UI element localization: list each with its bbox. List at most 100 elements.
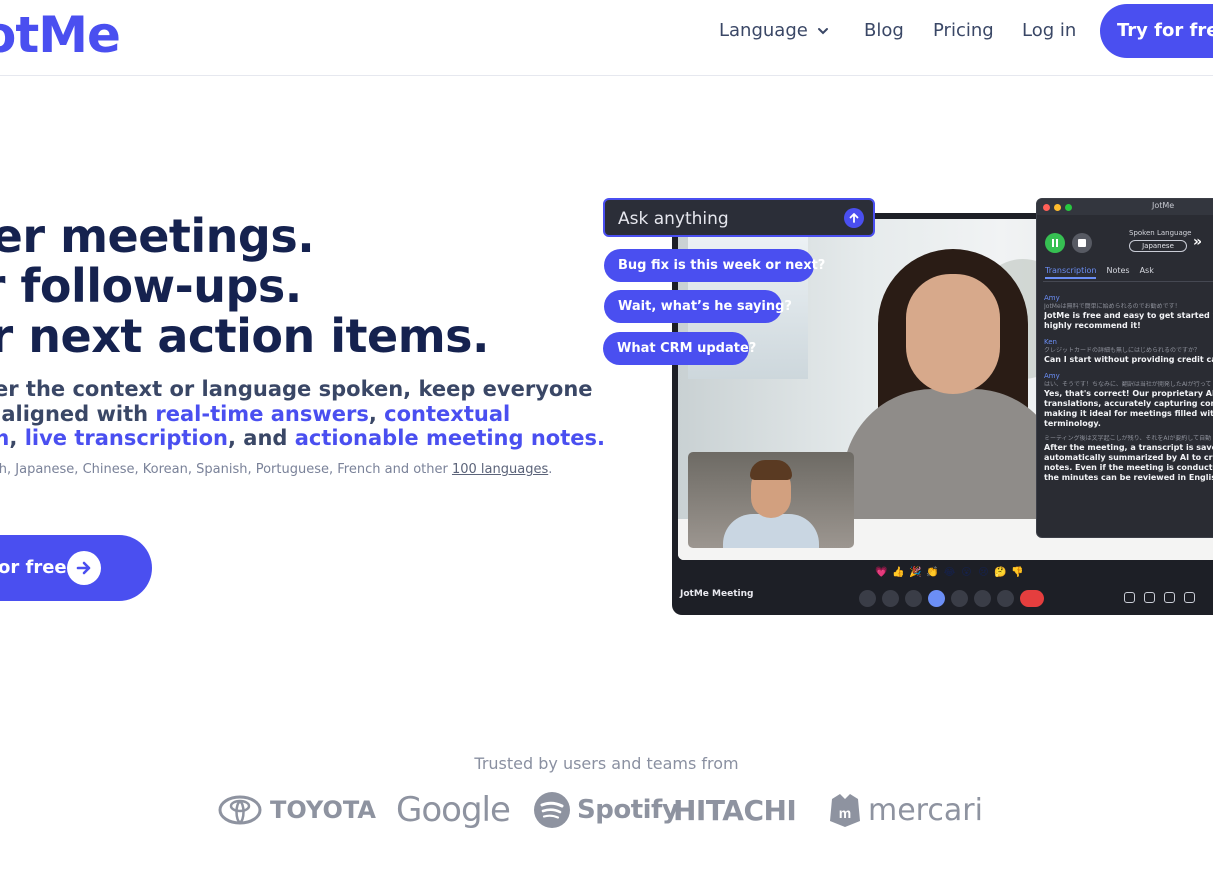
self-view-body bbox=[723, 514, 819, 548]
reaction-laugh[interactable]: 😂 bbox=[943, 566, 956, 579]
jotme-logo[interactable]: otMe bbox=[0, 6, 121, 64]
camera-icon[interactable] bbox=[882, 590, 899, 607]
translated-text: the minutes can be reviewed in English. bbox=[1044, 473, 1213, 482]
participants-icon[interactable] bbox=[1144, 592, 1155, 603]
transcript-list: Amy JotMeは無料で簡単に始められるのでお勧めです！ JotMe is f… bbox=[1044, 289, 1213, 483]
spotify-wordmark: Spotify bbox=[577, 795, 679, 825]
transcript-entry: ミーティング後は文字起こしが残り、それをAIが要約して自動 After the … bbox=[1044, 435, 1213, 483]
reaction-thinking[interactable]: 🤔 bbox=[994, 566, 1007, 579]
meeting-side-controls bbox=[1124, 592, 1195, 603]
subtext-fragment: , bbox=[368, 402, 385, 426]
highlight-contextual: contextual bbox=[384, 402, 511, 426]
self-view-video bbox=[688, 452, 854, 548]
tab-notes[interactable]: Notes bbox=[1106, 266, 1129, 279]
reaction-party[interactable]: 🎉 bbox=[909, 566, 922, 579]
self-view-hair bbox=[750, 460, 792, 480]
participant-body bbox=[843, 389, 1063, 539]
tab-transcription[interactable]: Transcription bbox=[1045, 266, 1097, 279]
hero-headline-line-1: rter meetings. bbox=[0, 209, 315, 263]
chat-icon[interactable] bbox=[1164, 592, 1175, 603]
translated-text: terminology. bbox=[1044, 419, 1101, 428]
supported-languages-text: sh, Japanese, Chinese, Korean, Spanish, … bbox=[0, 462, 552, 477]
translated-text: highly recommend it! bbox=[1044, 321, 1141, 330]
translated-text: making it ideal for meetings filled with… bbox=[1044, 409, 1213, 418]
original-text: JotMeは無料で簡単に始められるのでお勧めです！ bbox=[1044, 303, 1181, 310]
reaction-thumbs-down[interactable]: 👎 bbox=[1011, 566, 1024, 579]
translated-text: notes. Even if the meeting is conducted … bbox=[1044, 463, 1213, 472]
jotme-icon[interactable] bbox=[928, 590, 945, 607]
mercari-emblem-icon: m bbox=[830, 794, 860, 827]
suggestion-chip[interactable]: Bug fix is this week or next? bbox=[604, 249, 825, 282]
end-call-icon[interactable] bbox=[1020, 590, 1044, 607]
translated-text: After the meeting, a transcript is saved… bbox=[1044, 443, 1213, 452]
transcript-entry: Ken クレジットカードの詳細も無しにはじめられるのですか？ Can I sta… bbox=[1044, 337, 1213, 365]
translated-text: translations, accurately capturing conte… bbox=[1044, 399, 1213, 408]
activities-icon[interactable] bbox=[1184, 592, 1195, 603]
suggestion-chip[interactable]: Wait, what’s he saying? bbox=[604, 290, 792, 323]
highlight-actionable-meeting-notes: actionable meeting notes bbox=[294, 426, 598, 450]
double-chevron-right-icon: » bbox=[1193, 234, 1203, 250]
send-arrow-up-icon[interactable] bbox=[844, 208, 864, 228]
try-for-free-button[interactable]: Try for free bbox=[1100, 4, 1213, 58]
jotme-transcription-panel: JotMe Spoken Language Japanese » Transcr… bbox=[1036, 198, 1213, 538]
100-languages-link[interactable]: 100 languages bbox=[452, 462, 548, 477]
nav-language-dropdown[interactable]: Language bbox=[719, 20, 830, 41]
svg-text:m: m bbox=[839, 805, 851, 821]
reaction-surprised[interactable]: 😮 bbox=[960, 566, 973, 579]
subtext-fragment: t aligned with bbox=[0, 402, 156, 426]
nav-blog-link[interactable]: Blog bbox=[864, 20, 904, 41]
subtext-fragment: . bbox=[597, 426, 605, 450]
stop-icon[interactable] bbox=[1072, 233, 1092, 253]
original-text: ミーティング後は文字起こしが残り、それをAIが要約して自動 bbox=[1044, 435, 1212, 442]
mercari-wordmark: mercari bbox=[868, 792, 983, 828]
hero-subtext-line-2: t aligned with real-time answers, contex… bbox=[0, 402, 510, 427]
raise-hand-icon[interactable] bbox=[974, 590, 991, 607]
speaker-name: Ken bbox=[1044, 338, 1057, 346]
hero-subtext-line-3: on, live transcription, and actionable m… bbox=[0, 426, 605, 451]
original-text: クレジットカードの詳細も無しにはじめられるのですか？ bbox=[1044, 347, 1201, 354]
toyota-wordmark: TOYOTA bbox=[270, 796, 376, 824]
nav-login-link[interactable]: Log in bbox=[1022, 20, 1076, 41]
ask-anything-placeholder: Ask anything bbox=[618, 209, 729, 229]
panel-divider bbox=[1043, 281, 1213, 282]
transcript-entry: Amy JotMeは無料で簡単に始められるのでお勧めです！ JotMe is f… bbox=[1044, 293, 1213, 331]
maximize-window-icon[interactable] bbox=[1065, 204, 1072, 211]
spoken-language-select[interactable]: Japanese bbox=[1129, 240, 1187, 252]
meeting-controls bbox=[859, 590, 1044, 607]
close-window-icon[interactable] bbox=[1043, 204, 1050, 211]
reaction-clap[interactable]: 👏 bbox=[926, 566, 939, 579]
toyota-logo: TOYOTA bbox=[218, 788, 376, 832]
translated-text: automatically summarized by AI to creat bbox=[1044, 453, 1213, 462]
info-icon[interactable] bbox=[1124, 592, 1135, 603]
subtext-fragment: , and bbox=[228, 426, 295, 450]
mercari-logo: m mercari bbox=[828, 788, 983, 832]
nav-language-label: Language bbox=[719, 20, 808, 41]
languages-suffix: . bbox=[548, 462, 553, 477]
reaction-sad[interactable]: 😢 bbox=[977, 566, 990, 579]
share-screen-icon[interactable] bbox=[951, 590, 968, 607]
site-header: otMe Language Blog Pricing Log in Try fo… bbox=[0, 0, 1213, 76]
reaction-heart[interactable]: 💗 bbox=[875, 566, 888, 579]
captions-icon[interactable] bbox=[905, 590, 922, 607]
suggestion-chip[interactable]: What CRM update? bbox=[603, 332, 756, 365]
nav-pricing-link[interactable]: Pricing bbox=[933, 20, 994, 41]
speaker-name: Amy bbox=[1044, 372, 1060, 380]
spoken-language-label: Spoken Language bbox=[1129, 229, 1192, 237]
reaction-bar: 💗 👍 🎉 👏 😂 😮 😢 🤔 👎 bbox=[875, 566, 1024, 579]
trusted-by-label: Trusted by users and teams from bbox=[474, 754, 739, 773]
hero-headline-line-2: er follow-ups. bbox=[0, 259, 302, 313]
hitachi-wordmark: HITACHI bbox=[673, 793, 797, 827]
ask-anything-input[interactable]: Ask anything bbox=[603, 198, 875, 237]
arrow-right-icon bbox=[67, 551, 101, 585]
hero-try-for-free-button[interactable]: or free bbox=[0, 535, 152, 601]
hero-cta-label: or free bbox=[0, 557, 67, 578]
microphone-icon[interactable] bbox=[859, 590, 876, 607]
tab-ask[interactable]: Ask bbox=[1140, 266, 1154, 279]
panel-title: JotMe bbox=[1152, 201, 1175, 210]
more-options-icon[interactable] bbox=[997, 590, 1014, 607]
reaction-thumbs-up[interactable]: 👍 bbox=[892, 566, 905, 579]
subtext-fragment: , bbox=[9, 426, 25, 450]
minimize-window-icon[interactable] bbox=[1054, 204, 1061, 211]
hitachi-logo: HITACHI bbox=[673, 788, 797, 832]
pause-icon[interactable] bbox=[1045, 233, 1065, 253]
